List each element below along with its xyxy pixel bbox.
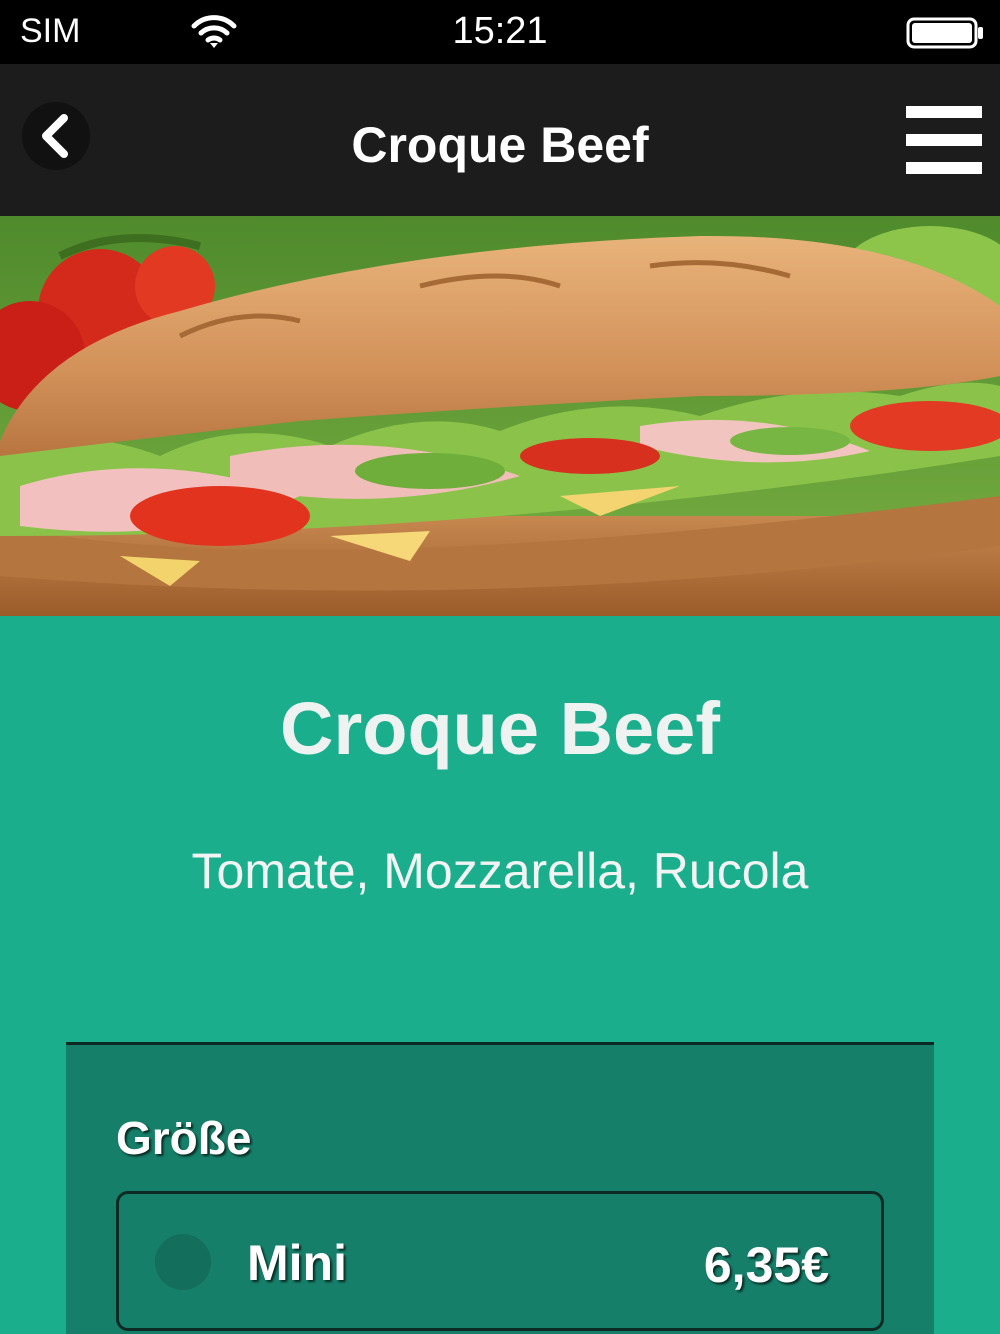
size-options-panel: Größe Mini 6,35€ bbox=[66, 1042, 934, 1334]
status-bar: SIM 15:21 bbox=[0, 0, 1000, 64]
battery-full-icon bbox=[906, 17, 983, 49]
size-label: Größe bbox=[116, 1112, 252, 1164]
size-option-mini[interactable]: Mini 6,35€ bbox=[116, 1191, 884, 1331]
product-description: Tomate, Mozzarella, Rucola bbox=[191, 843, 809, 899]
menu-bar-line bbox=[906, 106, 982, 118]
radio-button[interactable] bbox=[155, 1234, 211, 1290]
nav-bar: Croque Beef bbox=[0, 64, 1000, 216]
menu-bar-line bbox=[906, 134, 982, 146]
nav-title: Croque Beef bbox=[351, 117, 649, 173]
status-time: 15:21 bbox=[452, 10, 548, 52]
sandwich-photo bbox=[0, 216, 1000, 616]
hamburger-menu-icon[interactable] bbox=[906, 106, 982, 174]
size-option-name: Mini bbox=[247, 1235, 347, 1291]
size-option-price: 6,35€ bbox=[703, 1237, 829, 1293]
sandwich-illustration bbox=[0, 216, 1000, 616]
menu-bar-line bbox=[906, 162, 982, 174]
product-title: Croque Beef bbox=[280, 687, 720, 770]
